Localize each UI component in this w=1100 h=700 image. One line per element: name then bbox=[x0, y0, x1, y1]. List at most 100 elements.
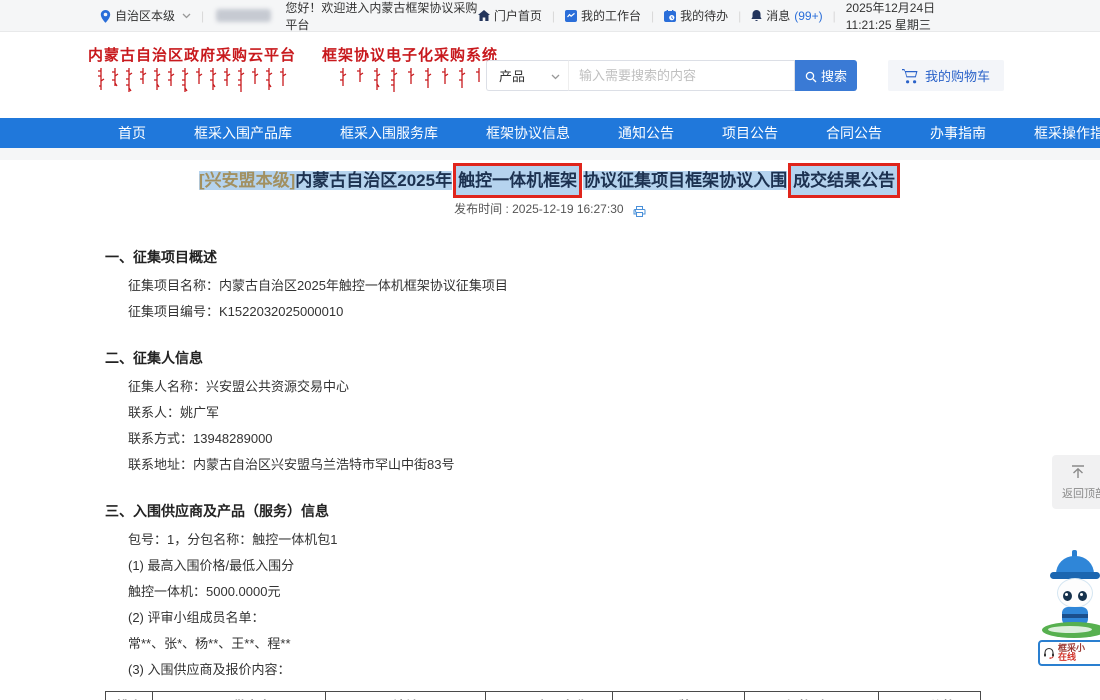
cart-label: 我的购物车 bbox=[925, 66, 990, 85]
section-heading: 三、入围供应商及产品（服务）信息 bbox=[105, 501, 1100, 521]
arrow-up-icon bbox=[1070, 463, 1086, 481]
divider: | bbox=[651, 9, 654, 23]
search-button-label: 搜索 bbox=[821, 66, 847, 85]
cart-icon bbox=[902, 67, 918, 83]
quote-content-label: (3) 入围供应商及报价内容： bbox=[128, 662, 1100, 677]
nav-item-contract-announcements[interactable]: 合同公告 bbox=[826, 123, 882, 143]
nav-item-product-library[interactable]: 框采入围产品库 bbox=[194, 123, 292, 143]
search-bar: 产品 搜索 bbox=[486, 60, 857, 91]
project-name: 征集项目名称：内蒙古自治区2025年触控一体机框架协议征集项目 bbox=[128, 278, 1100, 293]
divider: | bbox=[552, 9, 555, 23]
title-segment: 内蒙古自治区2025年 bbox=[295, 171, 452, 190]
nav-item-agreement-info[interactable]: 框架协议信息 bbox=[486, 123, 570, 143]
logo-title-1: 内蒙古自治区政府采购云平台 bbox=[88, 44, 296, 65]
review-panel-label: (2) 评审小组成员名单： bbox=[128, 610, 1100, 625]
nav-item-service-guide[interactable]: 办事指南 bbox=[930, 123, 986, 143]
todo-label: 我的待办 bbox=[680, 7, 728, 24]
workbench-label: 我的工作台 bbox=[581, 7, 641, 24]
page: 自治区本级 | 您好！欢迎进入内蒙古框架协议采购平台 门户首页 | bbox=[0, 0, 1100, 700]
region-label: 自治区本级 bbox=[115, 7, 175, 24]
site-header: 内蒙古自治区政府采购云平台 bbox=[0, 32, 1100, 118]
region-selector[interactable]: 自治区本级 bbox=[100, 7, 191, 24]
chevron-down-icon bbox=[551, 68, 560, 83]
search-input[interactable] bbox=[568, 60, 795, 91]
divider: | bbox=[738, 9, 741, 23]
title-region-tag: [兴安盟本级] bbox=[199, 171, 295, 190]
search-category-select[interactable]: 产品 bbox=[486, 60, 568, 91]
project-number: 征集项目编号：K1522032025000010 bbox=[128, 304, 1100, 319]
col-product-name: 入围产品名称 bbox=[486, 692, 613, 700]
messages-label: 消息 bbox=[766, 7, 790, 24]
print-icon[interactable] bbox=[633, 204, 646, 218]
current-datetime: 2025年12月24日11:21:25 星期三 bbox=[846, 0, 980, 33]
back-to-top-button[interactable]: 返回顶部 bbox=[1052, 455, 1100, 509]
section-heading: 一、征集项目概述 bbox=[105, 247, 1100, 267]
divider bbox=[0, 148, 1100, 160]
bell-icon bbox=[751, 9, 762, 23]
collector-name: 征集人名称：兴安盟公共资源交易中心 bbox=[128, 379, 1100, 394]
section-supplier-info: 三、入围供应商及产品（服务）信息 包号：1，分包名称：触控一体机包1 (1) 最… bbox=[105, 501, 1100, 677]
mascot-eye bbox=[1078, 591, 1087, 601]
search-button[interactable]: 搜索 bbox=[795, 60, 857, 91]
customer-service-mascot[interactable]: 框采小 在线 bbox=[1036, 550, 1100, 666]
nav-item-home[interactable]: 首页 bbox=[118, 123, 146, 143]
online-service-badge[interactable]: 框采小 在线 bbox=[1038, 640, 1100, 666]
mascot-eye bbox=[1063, 591, 1072, 601]
location-pin-icon bbox=[100, 8, 111, 22]
back-to-top-label: 返回顶部 bbox=[1062, 485, 1100, 501]
mascot-base-swirl bbox=[1048, 626, 1092, 633]
section-overview: 一、征集项目概述 征集项目名称：内蒙古自治区2025年触控一体机框架协议征集项目… bbox=[105, 247, 1100, 319]
nav-item-operation-guide[interactable]: 框采操作指南 bbox=[1034, 123, 1100, 143]
col-model: 规格型号 bbox=[745, 692, 879, 700]
section-heading: 二、征集人信息 bbox=[105, 348, 1100, 368]
package-info: 包号：1，分包名称：触控一体机包1 bbox=[128, 532, 1100, 547]
main-nav: 首页 框采入围产品库 框采入围服务库 框架协议信息 通知公告 项目公告 合同公告… bbox=[0, 118, 1100, 148]
portal-home-link[interactable]: 门户首页 bbox=[478, 7, 542, 24]
chevron-down-icon bbox=[182, 9, 191, 23]
masked-username bbox=[216, 9, 271, 22]
logo-title-2: 框架协议电子化采购系统 bbox=[322, 44, 498, 65]
divider: | bbox=[201, 9, 204, 23]
mongolian-script-icon bbox=[95, 67, 290, 93]
messages-count-badge: (99+) bbox=[794, 9, 822, 23]
welcome-text: 您好！欢迎进入内蒙古框架协议采购平台 bbox=[285, 0, 477, 33]
nav-item-notices[interactable]: 通知公告 bbox=[618, 123, 674, 143]
portal-home-label: 门户首页 bbox=[494, 7, 542, 24]
search-icon bbox=[805, 68, 817, 83]
annotation-box-1: 触控一体机框架 bbox=[453, 163, 582, 198]
search-category-value: 产品 bbox=[499, 66, 525, 85]
col-supplier: 入围供应商 bbox=[153, 692, 326, 700]
price-value: 触控一体机：5000.0000元 bbox=[128, 584, 1100, 599]
result-table: 排序 入围供应商 地址 入围产品名称 品牌 规格型号 入围价格 bbox=[105, 691, 981, 700]
site-logo[interactable]: 内蒙古自治区政府采购云平台 bbox=[88, 44, 498, 93]
col-address: 地址 bbox=[326, 692, 486, 700]
mongolian-script-icon bbox=[335, 67, 485, 93]
nav-item-project-announcements[interactable]: 项目公告 bbox=[722, 123, 778, 143]
workbench-link[interactable]: 我的工作台 bbox=[565, 7, 641, 24]
workbench-icon bbox=[565, 9, 577, 23]
todo-link[interactable]: 我的待办 bbox=[664, 7, 728, 24]
cart-button[interactable]: 我的购物车 bbox=[888, 60, 1004, 91]
messages-link[interactable]: 消息 (99+) bbox=[751, 7, 822, 24]
publish-time-label: 发布时间 : 2025-12-19 16:27:30 bbox=[454, 202, 623, 216]
mascot-belt bbox=[1062, 614, 1088, 618]
top-utility-bar: 自治区本级 | 您好！欢迎进入内蒙古框架协议采购平台 门户首页 | bbox=[0, 0, 1100, 32]
todo-icon bbox=[664, 9, 676, 23]
nav-item-service-library[interactable]: 框采入围服务库 bbox=[340, 123, 438, 143]
contact-address: 联系地址：内蒙古自治区兴安盟乌兰浩特市罕山中街83号 bbox=[128, 457, 1100, 472]
review-panel-names: 常**、张*、杨**、王**、程** bbox=[128, 636, 1100, 651]
col-brand: 品牌 bbox=[613, 692, 745, 700]
annotation-box-2: 成交结果公告 bbox=[788, 163, 900, 198]
publish-time: 发布时间 : 2025-12-19 16:27:30 bbox=[0, 200, 1100, 218]
title-segment: 协议征集项目框架协议入围 bbox=[583, 171, 787, 190]
headset-icon bbox=[1043, 644, 1055, 662]
article-sections: 一、征集项目概述 征集项目名称：内蒙古自治区2025年触控一体机框架协议征集项目… bbox=[105, 247, 1100, 677]
section-collector-info: 二、征集人信息 征集人名称：兴安盟公共资源交易中心 联系人：姚广军 联系方式：1… bbox=[105, 348, 1100, 472]
mascot-label-line2: 在线 bbox=[1058, 653, 1085, 662]
table-header-row: 排序 入围供应商 地址 入围产品名称 品牌 规格型号 入围价格 bbox=[106, 692, 981, 700]
mascot-face bbox=[1057, 578, 1093, 608]
announcement-article: [兴安盟本级]内蒙古自治区2025年触控一体机框架协议征集项目框架协议入围成交结… bbox=[0, 168, 1100, 700]
contact-phone: 联系方式：13948289000 bbox=[128, 431, 1100, 446]
home-icon bbox=[478, 9, 490, 23]
divider: | bbox=[833, 9, 836, 23]
